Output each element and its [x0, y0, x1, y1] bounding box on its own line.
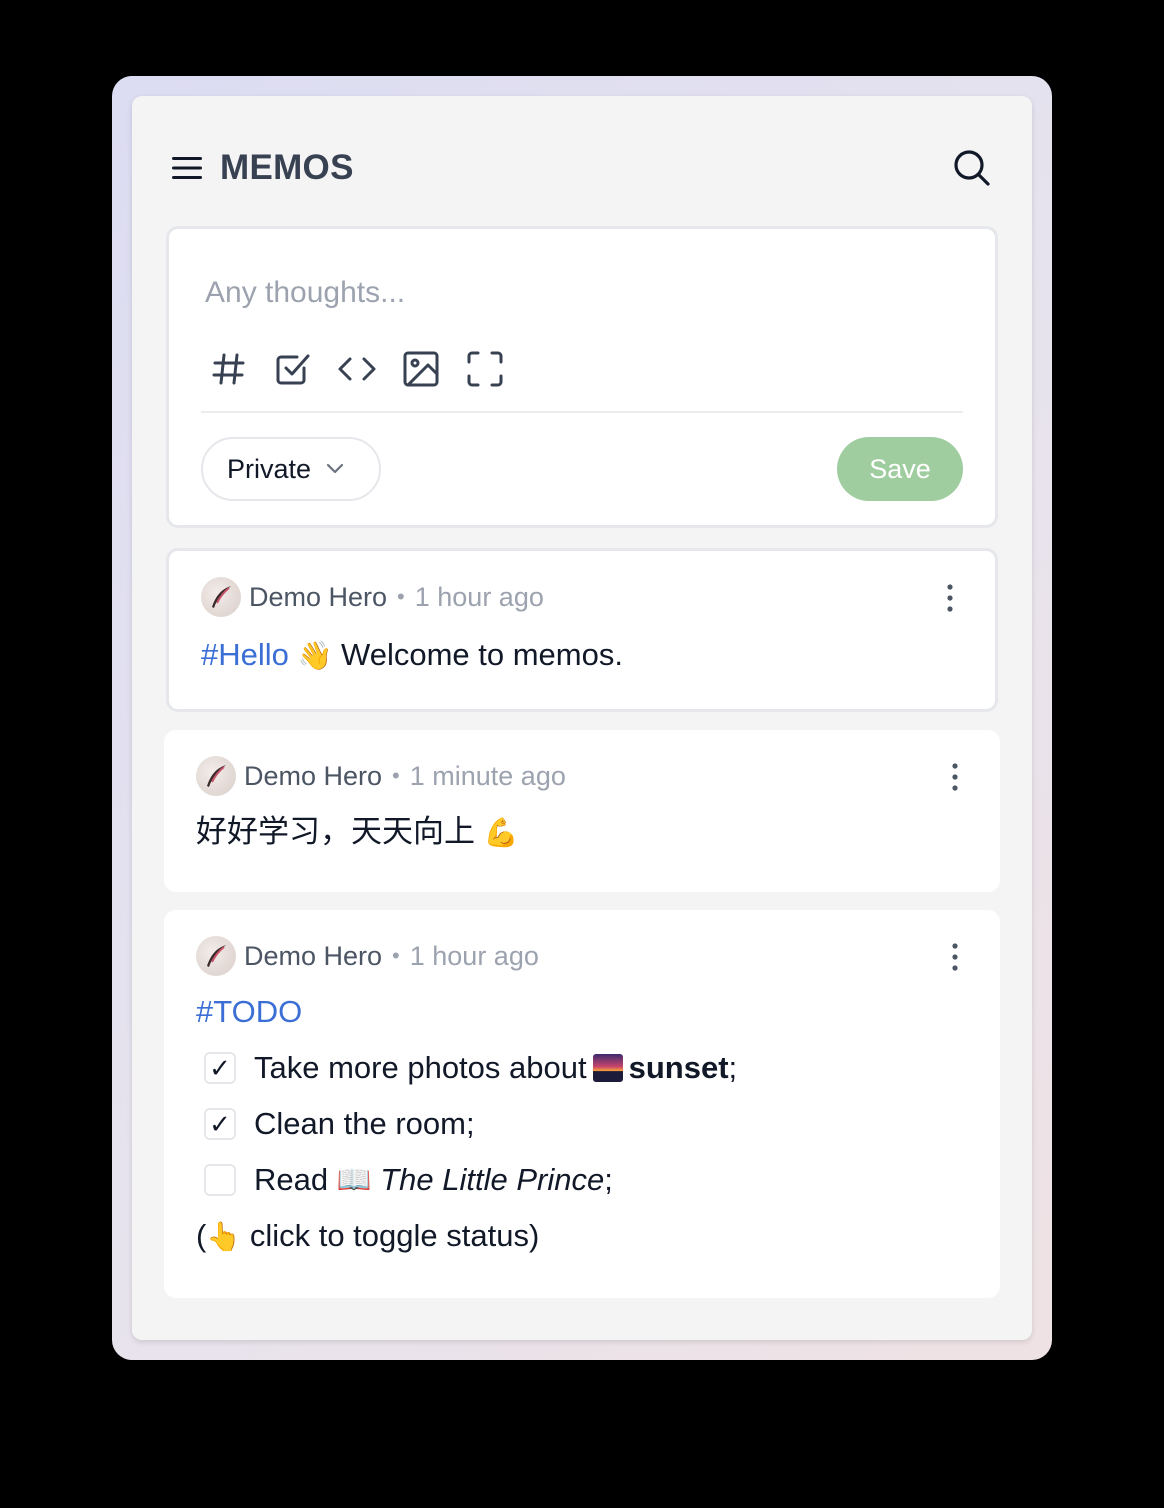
- memo-card: Demo Hero • 1 hour ago #Hello 👋 Welcome …: [166, 548, 998, 712]
- meta-separator: •: [397, 584, 405, 609]
- hint-paren: (: [196, 1218, 207, 1253]
- memo-text: 好好学习，天天向上: [196, 814, 475, 850]
- checkbox-icon[interactable]: [271, 347, 315, 391]
- visibility-select[interactable]: Private: [201, 437, 381, 501]
- task-item: ✓ Clean the room;: [196, 1096, 737, 1152]
- wave-emoji: 👋: [297, 640, 333, 671]
- more-vertical-icon[interactable]: [950, 942, 960, 972]
- memo-meta: Demo Hero • 1 hour ago: [201, 577, 544, 617]
- memo-card: Demo Hero • 1 hour ago #TODO ✓ Take more…: [164, 910, 1000, 1298]
- app-title: MEMOS: [220, 148, 354, 187]
- avatar[interactable]: [196, 936, 236, 976]
- memo-input[interactable]: Any thoughts...: [205, 273, 945, 313]
- hint-text: click to toggle status): [249, 1218, 540, 1253]
- task-bold-text: sunset: [628, 1050, 729, 1085]
- memo-time: 1 hour ago: [414, 581, 544, 612]
- memo-card: Demo Hero • 1 minute ago 好好学习，天天向上 💪: [164, 730, 1000, 892]
- task-suffix: ;: [728, 1050, 738, 1085]
- more-vertical-icon[interactable]: [950, 762, 960, 792]
- sunset-emoji: [592, 1054, 623, 1082]
- memo-author[interactable]: Demo Hero: [244, 761, 382, 792]
- fullscreen-icon[interactable]: [463, 347, 507, 391]
- tag-link[interactable]: #Hello: [201, 637, 289, 672]
- menu-icon[interactable]: [172, 155, 204, 181]
- editor-divider: [201, 411, 963, 413]
- toggle-hint: (👆 click to toggle status): [196, 1208, 737, 1265]
- search-icon[interactable]: [952, 148, 992, 188]
- task-suffix: ;: [604, 1162, 613, 1197]
- memo-editor: Any thoughts... Private Save: [166, 226, 998, 528]
- chevron-down-icon: [326, 463, 344, 474]
- task-item: ✓ Take more photos about sunset;: [196, 1040, 737, 1096]
- task-checkbox[interactable]: ✓: [204, 1108, 236, 1140]
- memo-text: Welcome to memos.: [341, 637, 623, 672]
- tag-link[interactable]: #TODO: [196, 994, 302, 1029]
- feather-icon: [212, 586, 231, 608]
- task-checkbox[interactable]: ✓: [204, 1052, 236, 1084]
- window-frame: MEMOS Any thoughts... Private Save Demo …: [112, 76, 1052, 1360]
- memo-content: #Hello 👋 Welcome to memos.: [201, 627, 623, 684]
- task-item: Read 📖 The Little Prince;: [196, 1152, 737, 1208]
- task-italic-text: The Little Prince: [380, 1162, 605, 1197]
- memo-author[interactable]: Demo Hero: [249, 582, 387, 613]
- image-icon[interactable]: [399, 347, 443, 391]
- app-window: MEMOS Any thoughts... Private Save Demo …: [132, 96, 1032, 1340]
- memo-meta: Demo Hero • 1 hour ago: [196, 936, 539, 976]
- avatar[interactable]: [196, 756, 236, 796]
- memo-author[interactable]: Demo Hero: [244, 941, 382, 972]
- memo-meta: Demo Hero • 1 minute ago: [196, 756, 566, 796]
- feather-icon: [207, 945, 226, 967]
- code-icon[interactable]: [335, 347, 379, 391]
- muscle-emoji: 💪: [483, 817, 519, 848]
- memo-content: 好好学习，天天向上 💪: [196, 804, 519, 861]
- save-button[interactable]: Save: [837, 437, 963, 501]
- pointing-emoji: 👆: [206, 1221, 242, 1252]
- more-vertical-icon[interactable]: [945, 583, 955, 613]
- task-text: Clean the room;: [254, 1106, 475, 1141]
- task-checkbox[interactable]: [204, 1164, 236, 1196]
- meta-separator: •: [392, 943, 400, 968]
- book-emoji: 📖: [336, 1164, 372, 1195]
- visibility-value: Private: [227, 453, 312, 484]
- memo-time: 1 hour ago: [409, 940, 539, 971]
- editor-toolbar: [207, 347, 527, 391]
- meta-separator: •: [392, 763, 400, 788]
- memo-content: #TODO ✓ Take more photos about sunset; ✓…: [196, 984, 737, 1265]
- avatar[interactable]: [201, 577, 241, 617]
- tag-line: #TODO: [196, 984, 737, 1040]
- hash-icon[interactable]: [207, 347, 251, 391]
- task-text: Take more photos about: [254, 1050, 587, 1085]
- task-text: Read: [254, 1162, 329, 1197]
- feather-icon: [207, 765, 226, 787]
- header: MEMOS: [172, 146, 992, 190]
- memo-time: 1 minute ago: [409, 760, 566, 791]
